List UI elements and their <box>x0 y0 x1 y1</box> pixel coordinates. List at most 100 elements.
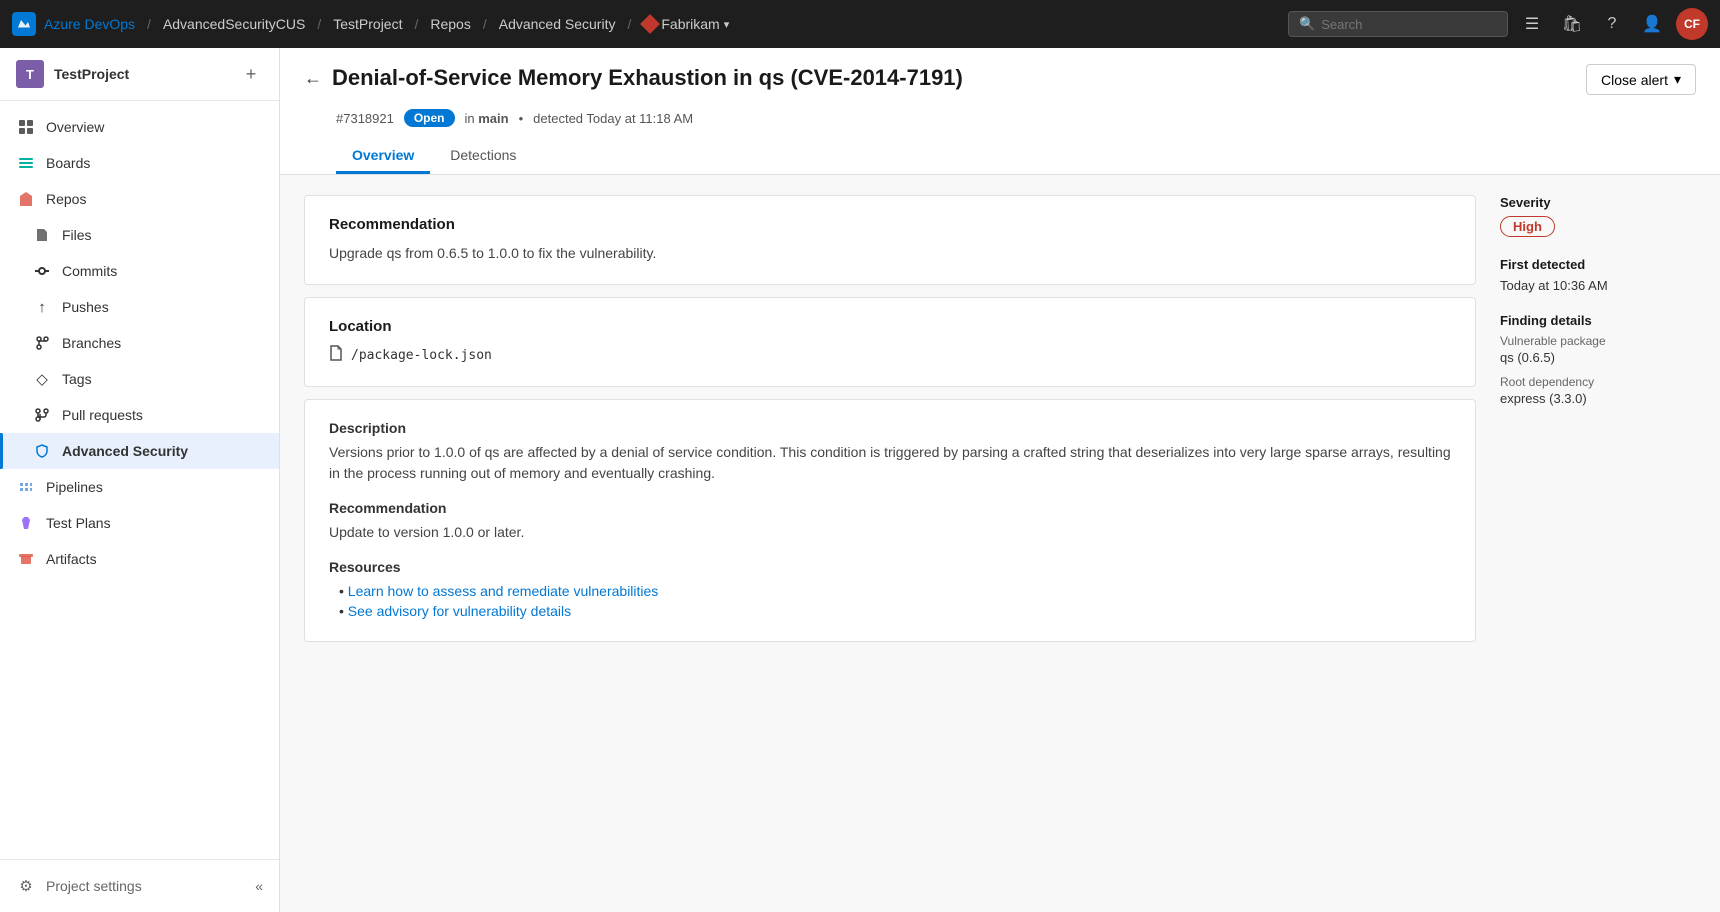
org-name[interactable]: Azure DevOps <box>44 16 135 32</box>
resources-list: Learn how to assess and remediate vulner… <box>329 581 1451 621</box>
sidebar-item-pushes[interactable]: ↑ Pushes <box>0 289 279 325</box>
breadcrumb-sep-4: / <box>483 16 487 32</box>
root-dependency-label: Root dependency <box>1500 375 1696 389</box>
breadcrumb-project[interactable]: TestProject <box>333 16 402 32</box>
right-panel: Severity High First detected Today at 10… <box>1476 195 1696 892</box>
sidebar-item-commits[interactable]: Commits <box>0 253 279 289</box>
sidebar-item-pushes-label: Pushes <box>62 299 109 315</box>
alert-detected-text: detected Today at 11:18 AM <box>533 111 693 126</box>
artifacts-icon <box>16 549 36 569</box>
alert-branch-text: in main <box>465 111 509 126</box>
close-alert-label: Close alert <box>1601 72 1668 88</box>
main-content: ← Denial-of-Service Memory Exhaustion in… <box>280 48 1720 912</box>
sidebar-item-pipelines[interactable]: Pipelines <box>0 469 279 505</box>
location-file-path: /package-lock.json <box>351 348 492 363</box>
sidebar-item-boards-label: Boards <box>46 155 90 171</box>
resource-link-1[interactable]: Learn how to assess and remediate vulner… <box>348 583 659 599</box>
sidebar-item-project-settings[interactable]: ⚙ Project settings « <box>0 868 279 904</box>
sidebar-nav: Overview Boards <box>0 101 279 859</box>
pushes-icon: ↑ <box>32 297 52 317</box>
sidebar-item-project-settings-label: Project settings <box>46 878 142 894</box>
close-alert-button[interactable]: Close alert ▾ <box>1586 64 1696 95</box>
sidebar-item-branches[interactable]: Branches <box>0 325 279 361</box>
first-detected-section: First detected Today at 10:36 AM <box>1500 257 1696 293</box>
finding-details-label: Finding details <box>1500 313 1696 328</box>
tab-detections[interactable]: Detections <box>434 139 532 174</box>
sidebar-item-tags[interactable]: ◇ Tags <box>0 361 279 397</box>
project-icon: T <box>16 60 44 88</box>
tabs-row: Overview Detections <box>304 139 1696 174</box>
list-icon-btn[interactable]: ☰ <box>1516 8 1548 40</box>
sidebar-item-pipelines-label: Pipelines <box>46 479 103 495</box>
sidebar-item-files-label: Files <box>62 227 92 243</box>
severity-badge: High <box>1500 216 1555 237</box>
search-icon: 🔍 <box>1299 16 1315 32</box>
sidebar-item-artifacts[interactable]: Artifacts <box>0 541 279 577</box>
description-title: Description <box>329 420 1451 436</box>
search-box[interactable]: 🔍 <box>1288 11 1508 37</box>
location-card: Location /package-lock.json <box>304 297 1476 387</box>
sidebar-item-test-plans[interactable]: Test Plans <box>0 505 279 541</box>
vulnerable-package-value: qs (0.6.5) <box>1500 350 1696 365</box>
alert-title: Denial-of-Service Memory Exhaustion in q… <box>332 64 1586 93</box>
alert-meta: #7318921 Open in main • detected Today a… <box>304 103 1696 139</box>
location-file: /package-lock.json <box>329 345 1451 366</box>
sidebar-item-tags-label: Tags <box>62 371 92 387</box>
project-name: TestProject <box>54 66 229 82</box>
tags-icon: ◇ <box>32 369 52 389</box>
breadcrumb-sep-1: / <box>147 16 151 32</box>
sidebar-item-boards[interactable]: Boards <box>0 145 279 181</box>
sidebar-item-advanced-security[interactable]: Advanced Security <box>0 433 279 469</box>
resource-item-2: See advisory for vulnerability details <box>339 601 1451 621</box>
sidebar-header: T TestProject + <box>0 48 279 101</box>
close-alert-chevron-icon: ▾ <box>1674 71 1681 88</box>
tab-overview[interactable]: Overview <box>336 139 430 174</box>
pull-requests-icon <box>32 405 52 425</box>
rec2-title: Recommendation <box>329 500 1451 516</box>
shopping-bag-icon-btn[interactable]: 🛍 <box>1556 8 1588 40</box>
alert-id: #7318921 <box>336 111 394 126</box>
breadcrumb-advsec[interactable]: AdvancedSecurityCUS <box>163 16 305 32</box>
description-card: Description Versions prior to 1.0.0 of q… <box>304 399 1476 642</box>
repos-icon <box>16 189 36 209</box>
app-body: T TestProject + Overview <box>0 48 1720 912</box>
collapse-icon: « <box>255 878 263 894</box>
root-dependency-value: express (3.3.0) <box>1500 391 1696 406</box>
breadcrumb-repos[interactable]: Repos <box>430 16 470 32</box>
first-detected-value: Today at 10:36 AM <box>1500 278 1696 293</box>
overview-icon <box>16 117 36 137</box>
sidebar-item-overview[interactable]: Overview <box>0 109 279 145</box>
sidebar-item-test-plans-label: Test Plans <box>46 515 111 531</box>
user-icon-btn[interactable]: 👤 <box>1636 8 1668 40</box>
sidebar-item-branches-label: Branches <box>62 335 121 351</box>
add-project-button[interactable]: + <box>239 62 263 86</box>
help-icon-btn[interactable]: ? <box>1596 8 1628 40</box>
severity-section: Severity High <box>1500 195 1696 237</box>
brand-name: Fabrikam <box>661 16 719 32</box>
location-title: Location <box>329 318 1451 335</box>
user-avatar[interactable]: CF <box>1676 8 1708 40</box>
description-text: Versions prior to 1.0.0 of qs are affect… <box>329 442 1451 484</box>
search-input[interactable] <box>1321 17 1497 32</box>
sidebar-item-pull-requests-label: Pull requests <box>62 407 143 423</box>
topnav: Azure DevOps / AdvancedSecurityCUS / Tes… <box>0 0 1720 48</box>
sidebar-item-files[interactable]: Files <box>0 217 279 253</box>
advanced-security-icon <box>32 441 52 461</box>
breadcrumb-sep-5: / <box>627 16 631 32</box>
branches-icon <box>32 333 52 353</box>
sidebar-item-advanced-security-label: Advanced Security <box>62 443 188 459</box>
sidebar-item-pull-requests[interactable]: Pull requests <box>0 397 279 433</box>
content-header: ← Denial-of-Service Memory Exhaustion in… <box>280 48 1720 175</box>
brand-selector[interactable]: Fabrikam ▾ <box>643 16 729 32</box>
sidebar-item-repos[interactable]: Repos <box>0 181 279 217</box>
back-button[interactable]: ← <box>304 68 322 89</box>
files-icon <box>32 225 52 245</box>
breadcrumb-advsec2[interactable]: Advanced Security <box>499 16 616 32</box>
alert-title-row: ← Denial-of-Service Memory Exhaustion in… <box>304 64 1696 95</box>
pipelines-icon <box>16 477 36 497</box>
file-icon <box>329 345 343 366</box>
test-plans-icon <box>16 513 36 533</box>
resource-link-2[interactable]: See advisory for vulnerability details <box>348 603 571 619</box>
breadcrumb-sep-2: / <box>317 16 321 32</box>
sidebar-footer: ⚙ Project settings « <box>0 859 279 912</box>
